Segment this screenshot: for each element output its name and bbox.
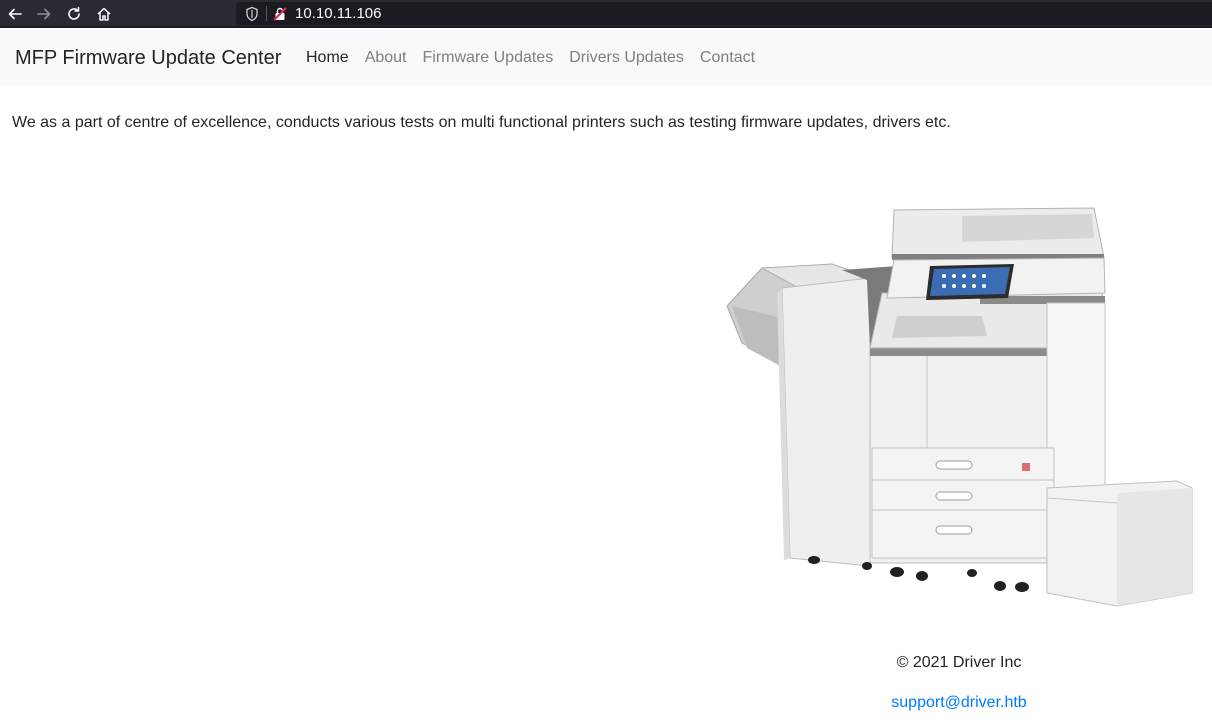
nav-link-home[interactable]: Home xyxy=(298,48,357,68)
support-email-link[interactable]: support@driver.htb xyxy=(800,693,1118,713)
nav-link-drivers-updates[interactable]: Drivers Updates xyxy=(561,48,692,68)
nav-links: Home About Firmware Updates Drivers Upda… xyxy=(298,48,763,68)
url-text[interactable]: 10.10.11.106 xyxy=(295,5,381,22)
copyright-text: © 2021 Driver Inc xyxy=(896,654,1022,671)
printer-image xyxy=(726,207,1193,607)
address-bar[interactable]: 10.10.11.106 xyxy=(236,2,1212,25)
back-icon[interactable] xyxy=(3,3,27,25)
shield-icon[interactable] xyxy=(244,6,260,22)
nav-link-about[interactable]: About xyxy=(357,48,415,68)
browser-toolbar: 10.10.11.106 xyxy=(0,0,1212,28)
forward-icon[interactable] xyxy=(32,3,56,25)
home-icon[interactable] xyxy=(92,3,116,25)
nav-link-firmware-updates[interactable]: Firmware Updates xyxy=(415,48,562,68)
insecure-lock-icon[interactable] xyxy=(272,6,288,22)
intro-text: We as a part of centre of excellence, co… xyxy=(12,114,951,131)
brand-title[interactable]: MFP Firmware Update Center xyxy=(15,46,281,70)
url-divider xyxy=(266,6,267,21)
site-navbar: MFP Firmware Update Center Home About Fi… xyxy=(0,30,1212,86)
reload-icon[interactable] xyxy=(62,3,86,25)
nav-link-contact[interactable]: Contact xyxy=(692,48,763,68)
